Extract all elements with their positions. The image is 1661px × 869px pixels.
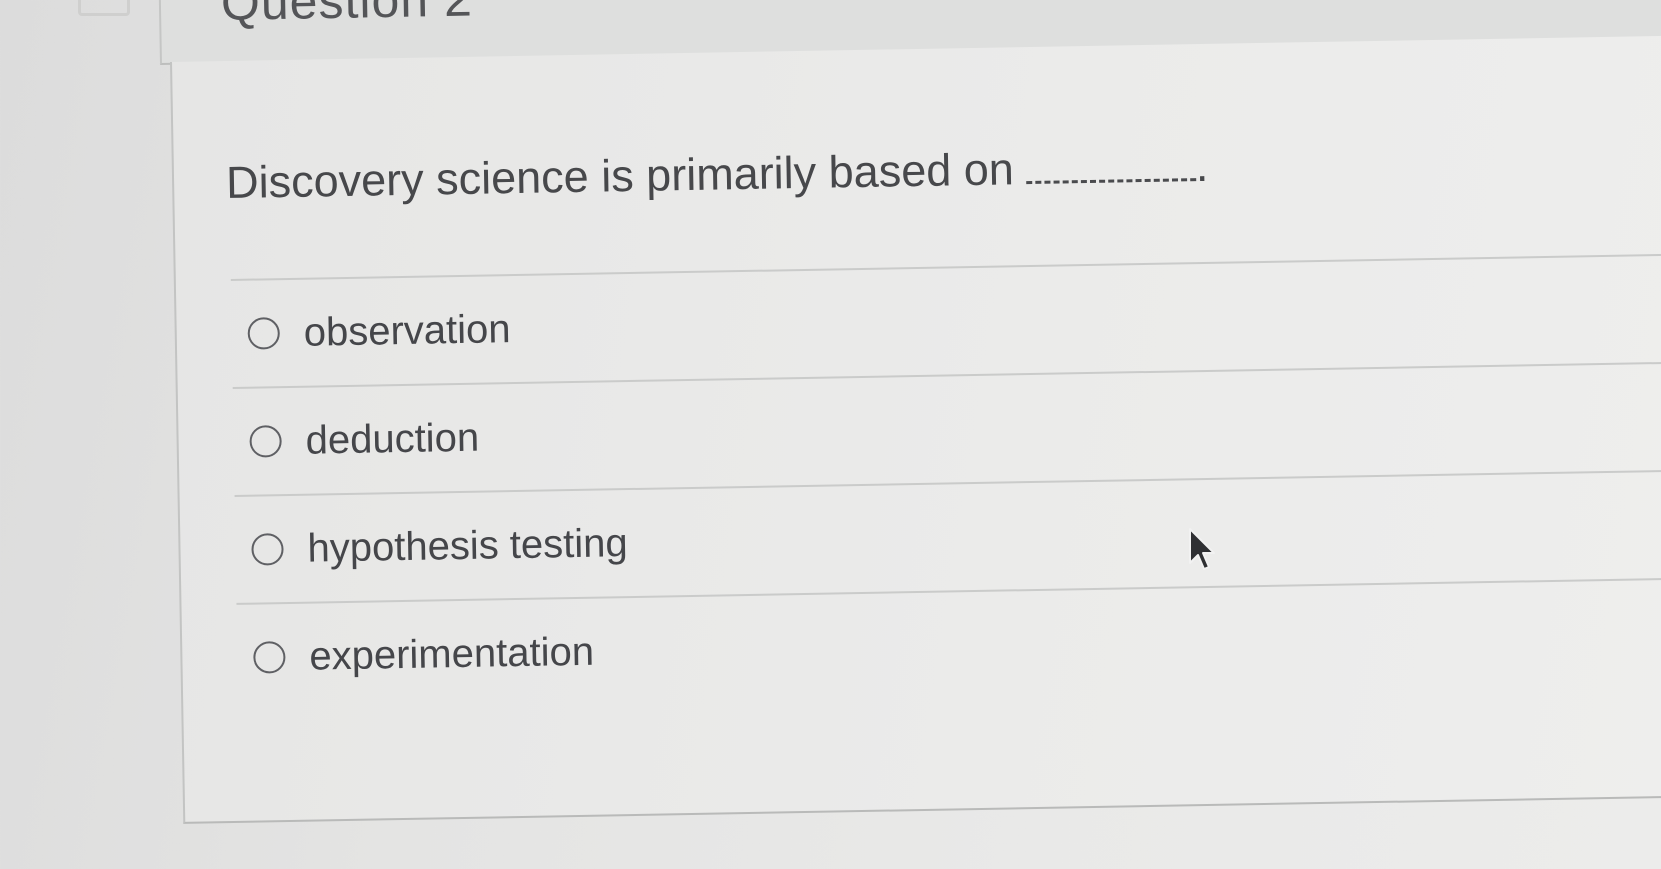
answer-label[interactable]: experimentation — [309, 629, 594, 679]
answer-label[interactable]: observation — [303, 307, 511, 356]
mouse-pointer-icon — [1189, 528, 1215, 570]
radio-button-empty-icon[interactable] — [247, 317, 281, 350]
question-prompt: Discovery science is primarily based on. — [226, 140, 1209, 209]
question-period: . — [1195, 139, 1209, 192]
answer-label[interactable]: deduction — [305, 415, 479, 463]
answer-label[interactable]: hypothesis testing — [307, 521, 628, 572]
question-body: Discovery science is primarily based on.… — [170, 35, 1661, 824]
radio-button-empty-icon[interactable] — [253, 641, 286, 674]
flag-question-checkbox[interactable] — [78, 0, 130, 16]
fill-in-blank — [1025, 154, 1197, 185]
question-text: Discovery science is primarily based on — [225, 143, 1015, 209]
radio-button-empty-icon[interactable] — [251, 533, 284, 566]
answer-list: observation deduction hypothesis testing… — [230, 253, 1661, 711]
question-title: Question 2 — [220, 0, 474, 31]
radio-button-empty-icon[interactable] — [249, 425, 282, 458]
